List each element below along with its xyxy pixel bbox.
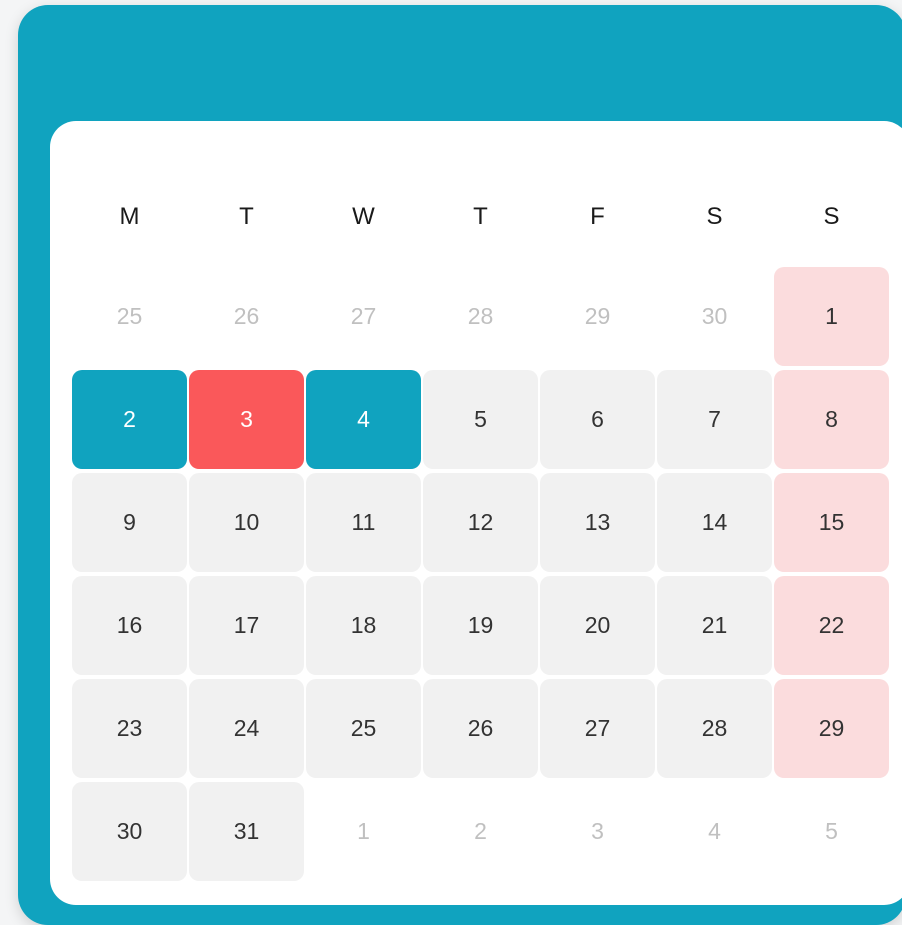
day-cell[interactable]: 20	[540, 576, 655, 675]
day-cell[interactable]: 31	[189, 782, 304, 881]
day-cell[interactable]: 23	[72, 679, 187, 778]
day-cell-weekend[interactable]: 22	[774, 576, 889, 675]
day-cell-weekend[interactable]: 8	[774, 370, 889, 469]
day-cell[interactable]: 12	[423, 473, 538, 572]
weekday-label: T	[239, 203, 254, 230]
day-cell[interactable]: 27	[540, 679, 655, 778]
day-cell[interactable]: 24	[189, 679, 304, 778]
day-cell-adjacent-month[interactable]: 26	[189, 267, 304, 366]
weekday-label: F	[590, 203, 605, 230]
day-cell[interactable]: 28	[657, 679, 772, 778]
day-cell[interactable]: 25	[306, 679, 421, 778]
day-cell[interactable]: 13	[540, 473, 655, 572]
weekday-label: S	[823, 203, 840, 230]
day-cell[interactable]: 7	[657, 370, 772, 469]
day-cell[interactable]: 19	[423, 576, 538, 675]
day-cell-weekend[interactable]: 1	[774, 267, 889, 366]
day-cell[interactable]: 6	[540, 370, 655, 469]
day-cell[interactable]: 26	[423, 679, 538, 778]
day-cell-adjacent-month[interactable]: 28	[423, 267, 538, 366]
day-cell[interactable]: 9	[72, 473, 187, 572]
calendar-widget: M T W T F S S 25 26 27 28 29 30 1 2 3 4 5 6 7 8 9 10 11 1…	[18, 5, 902, 925]
day-cell[interactable]: 5	[423, 370, 538, 469]
weekday-header-row: M T W T F S S	[72, 199, 890, 235]
weekday-label: M	[119, 203, 140, 230]
day-cell-adjacent-month[interactable]: 4	[657, 782, 772, 881]
weekday-label: W	[352, 203, 375, 230]
day-cell-adjacent-month[interactable]: 30	[657, 267, 772, 366]
day-cell[interactable]: 10	[189, 473, 304, 572]
day-cell[interactable]: 16	[72, 576, 187, 675]
day-cell-adjacent-month[interactable]: 25	[72, 267, 187, 366]
day-cell[interactable]: 11	[306, 473, 421, 572]
day-cell-adjacent-month[interactable]: 27	[306, 267, 421, 366]
day-cell[interactable]: 21	[657, 576, 772, 675]
day-cell-adjacent-month[interactable]: 1	[306, 782, 421, 881]
day-cell-weekend[interactable]: 29	[774, 679, 889, 778]
day-cell-adjacent-month[interactable]: 5	[774, 782, 889, 881]
day-cell[interactable]: 18	[306, 576, 421, 675]
day-cell-adjacent-month[interactable]: 29	[540, 267, 655, 366]
day-cell-weekend[interactable]: 15	[774, 473, 889, 572]
day-cell[interactable]: 14	[657, 473, 772, 572]
calendar-panel: M T W T F S S 25 26 27 28 29 30 1 2 3 4 5 6 7 8 9 10 11 1…	[50, 121, 902, 905]
day-cell-today[interactable]: 3	[189, 370, 304, 469]
day-cell[interactable]: 30	[72, 782, 187, 881]
day-cell[interactable]: 17	[189, 576, 304, 675]
weekday-label: T	[473, 203, 488, 230]
day-cell-selected[interactable]: 2	[72, 370, 187, 469]
weekday-label: S	[706, 203, 723, 230]
day-cell-adjacent-month[interactable]: 2	[423, 782, 538, 881]
day-cell-adjacent-month[interactable]: 3	[540, 782, 655, 881]
day-cell-selected[interactable]: 4	[306, 370, 421, 469]
